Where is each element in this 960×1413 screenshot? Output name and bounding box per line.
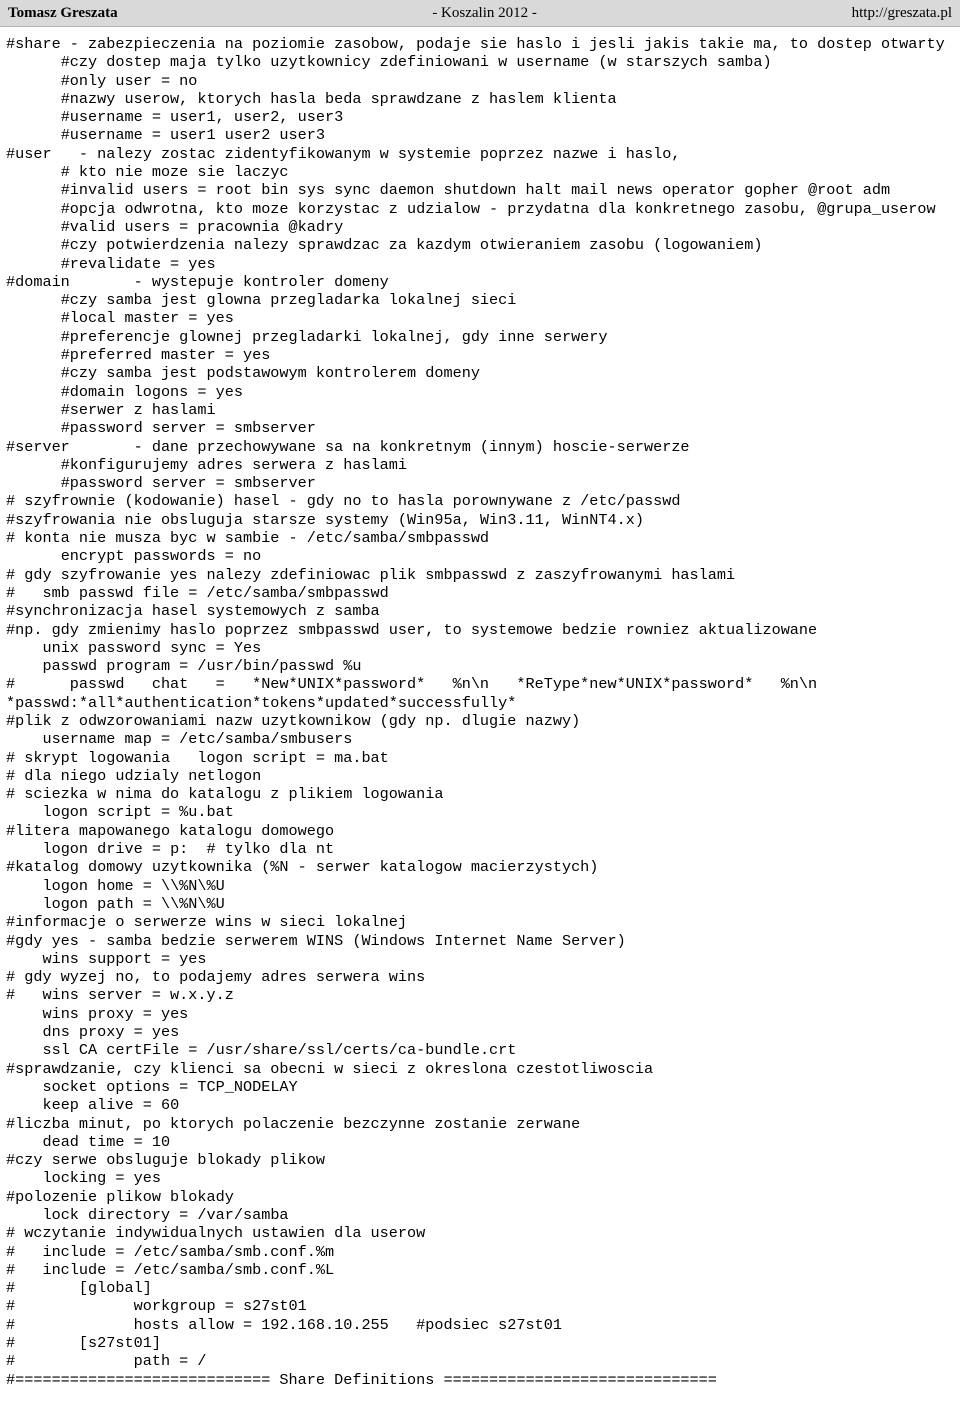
document-page: Tomasz Greszata - Koszalin 2012 - http:/… bbox=[0, 0, 960, 1413]
page-header: Tomasz Greszata - Koszalin 2012 - http:/… bbox=[0, 0, 960, 27]
document-content: #share - zabezpieczenia na poziomie zaso… bbox=[0, 27, 960, 1389]
header-url: http://greszata.pl bbox=[851, 4, 952, 21]
config-file-listing: #share - zabezpieczenia na poziomie zaso… bbox=[6, 35, 945, 1389]
header-title: - Koszalin 2012 - bbox=[432, 4, 537, 21]
header-author: Tomasz Greszata bbox=[8, 4, 118, 21]
